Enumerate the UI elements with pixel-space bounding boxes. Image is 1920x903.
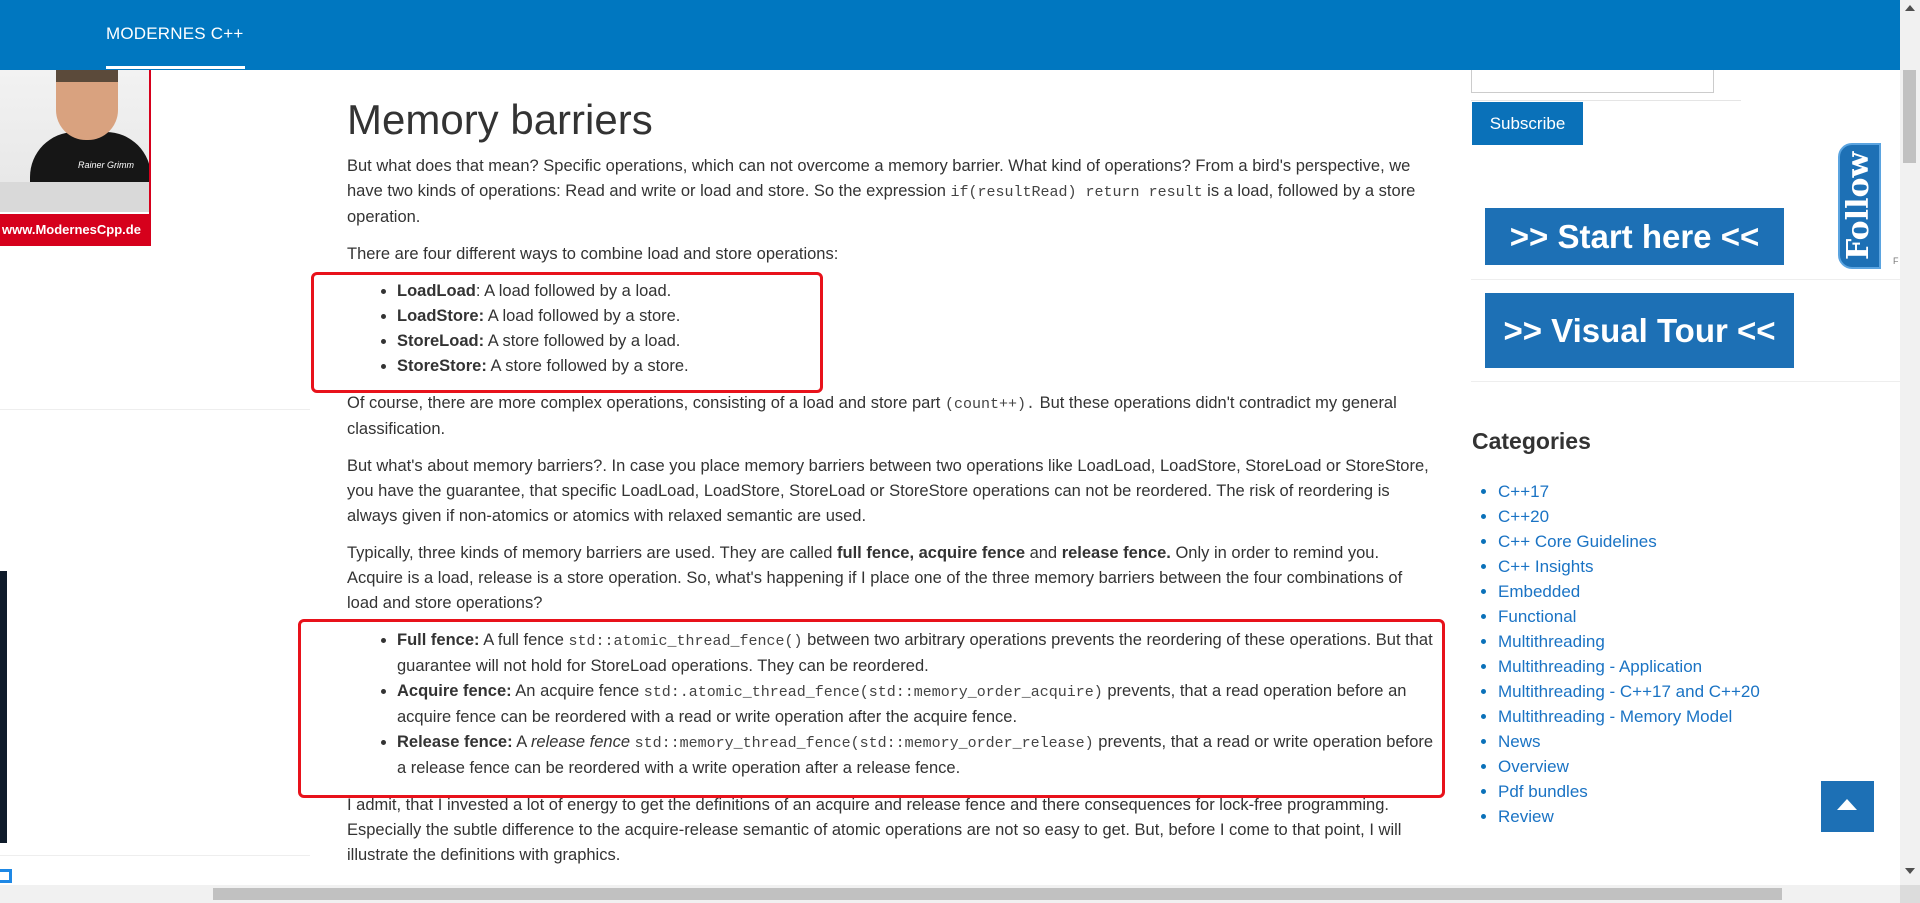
author-hair xyxy=(56,70,118,82)
category-link[interactable]: Multithreading - Application xyxy=(1498,657,1702,676)
paragraph-intro: But what does that mean? Specific operat… xyxy=(347,157,1416,226)
scroll-down-arrow-icon[interactable] xyxy=(1905,868,1915,874)
category-item: Embedded xyxy=(1498,579,1760,604)
sidebar-divider xyxy=(1471,381,1900,382)
highlight-box-fences xyxy=(298,619,1445,798)
left-dark-ad-strip xyxy=(0,571,7,843)
paragraph-three-kinds: Typically, three kinds of memory barrier… xyxy=(347,544,1403,612)
email-field[interactable] xyxy=(1471,70,1714,93)
category-item: Pdf bundles xyxy=(1498,779,1760,804)
paragraph-four-ways: There are four different ways to combine… xyxy=(347,245,839,263)
category-item: Multithreading - Application xyxy=(1498,654,1760,679)
author-banner[interactable]: Rainer Grimm www.ModernesCpp.de xyxy=(0,70,151,246)
category-item: C++ Core Guidelines xyxy=(1498,529,1760,554)
author-photo: Rainer Grimm xyxy=(0,70,149,182)
category-item: News xyxy=(1498,729,1760,754)
category-link[interactable]: Embedded xyxy=(1498,582,1580,601)
category-item: C++17 xyxy=(1498,479,1760,504)
back-to-top-button[interactable] xyxy=(1821,781,1874,832)
category-link[interactable]: C++ Insights xyxy=(1498,557,1593,576)
tiny-edge-text: F xyxy=(1893,256,1899,266)
article-title: Memory barriers xyxy=(347,96,653,143)
follow-label[interactable]: Follow xyxy=(1841,148,1876,263)
nav-active-underline xyxy=(106,66,245,69)
highlight-box-load-store xyxy=(311,272,823,393)
category-link[interactable]: C++20 xyxy=(1498,507,1549,526)
inline-code: (count++). xyxy=(944,396,1035,413)
category-item: C++ Insights xyxy=(1498,554,1760,579)
category-link[interactable]: Review xyxy=(1498,807,1554,826)
category-link[interactable]: C++17 xyxy=(1498,482,1549,501)
visual-tour-button[interactable]: >> Visual Tour << xyxy=(1485,293,1794,368)
category-link[interactable]: Multithreading xyxy=(1498,632,1605,651)
scroll-up-arrow-icon[interactable] xyxy=(1905,5,1915,11)
top-navbar: MODERNES C++ xyxy=(0,0,1900,70)
category-item: Functional xyxy=(1498,604,1760,629)
paragraph-memory-barriers: But what's about memory barriers?. In ca… xyxy=(347,457,1429,525)
subscribe-button[interactable]: Subscribe xyxy=(1472,102,1583,145)
paragraph-closing: I admit, that I invested a lot of energy… xyxy=(347,796,1402,864)
category-item: Multithreading - C++17 and C++20 xyxy=(1498,679,1760,704)
category-link[interactable]: Overview xyxy=(1498,757,1569,776)
category-link[interactable]: Multithreading - C++17 and C++20 xyxy=(1498,682,1760,701)
category-link[interactable]: Functional xyxy=(1498,607,1576,626)
nav-item-modernes-cpp[interactable]: MODERNES C++ xyxy=(106,24,244,44)
category-item: C++20 xyxy=(1498,504,1760,529)
banner-url-text: www.ModernesCpp.de xyxy=(0,214,149,246)
sidebar-divider xyxy=(1471,100,1741,101)
left-divider xyxy=(0,409,310,410)
horizontal-scrollbar-thumb[interactable] xyxy=(213,888,1782,900)
categories-heading: Categories xyxy=(1472,428,1591,454)
sidebar-divider xyxy=(1471,279,1900,280)
category-item: Review xyxy=(1498,804,1760,829)
left-edge-icon xyxy=(0,869,12,883)
paragraph-complex-ops: Of course, there are more complex operat… xyxy=(347,394,1397,438)
inline-code: if(resultRead) return result xyxy=(950,184,1203,201)
left-divider xyxy=(0,855,310,856)
category-link[interactable]: Multithreading - Memory Model xyxy=(1498,707,1732,726)
banner-stripe xyxy=(0,182,149,212)
category-link[interactable]: News xyxy=(1498,732,1541,751)
scrollbar-corner xyxy=(1900,885,1920,903)
category-item: Overview xyxy=(1498,754,1760,779)
category-link[interactable]: Pdf bundles xyxy=(1498,782,1588,801)
category-item: Multithreading - Memory Model xyxy=(1498,704,1760,729)
vertical-scrollbar-thumb[interactable] xyxy=(1903,70,1916,163)
author-signature: Rainer Grimm xyxy=(78,160,135,170)
start-here-button[interactable]: >> Start here << xyxy=(1485,208,1784,265)
category-link[interactable]: C++ Core Guidelines xyxy=(1498,532,1657,551)
chevron-up-icon xyxy=(1837,799,1857,810)
categories-list: C++17 C++20 C++ Core Guidelines C++ Insi… xyxy=(1478,479,1760,829)
category-item: Multithreading xyxy=(1498,629,1760,654)
